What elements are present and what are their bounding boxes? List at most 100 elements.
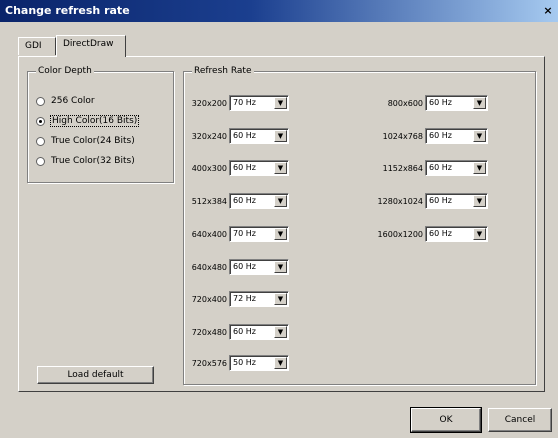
color-depth-group: Color Depth 256 Color High Color(16 Bits…: [27, 65, 174, 183]
tab-gdi-label: GDI: [25, 41, 42, 51]
ok-button[interactable]: OK: [410, 407, 482, 433]
dropdown-arrow-icon[interactable]: ▼: [473, 228, 486, 240]
refresh-row-512x384: 512x384 60 Hz ▼: [186, 193, 289, 209]
load-default-label: Load default: [67, 370, 124, 380]
radio-high-color-16[interactable]: High Color(16 Bits): [36, 114, 140, 128]
refresh-rate-select[interactable]: 60 Hz ▼: [229, 193, 289, 209]
resolution-label: 800x600: [387, 98, 423, 108]
radio-label: True Color(24 Bits): [51, 136, 135, 146]
resolution-label: 1280x1024: [377, 196, 423, 206]
refresh-rate-select[interactable]: 60 Hz ▼: [425, 160, 488, 176]
title-bar[interactable]: Change refresh rate ×: [0, 0, 558, 22]
radio-true-color-32[interactable]: True Color(32 Bits): [36, 154, 135, 168]
resolution-label: 512x384: [191, 196, 227, 206]
dropdown-arrow-icon[interactable]: ▼: [274, 293, 287, 305]
refresh-rate-value: 60 Hz: [233, 131, 256, 140]
refresh-row-1280x1024: 1280x1024 60 Hz ▼: [350, 193, 488, 209]
dialog-window: Change refresh rate × GDI DirectDraw Col…: [0, 0, 558, 438]
refresh-rate-select[interactable]: 60 Hz ▼: [229, 324, 289, 340]
refresh-row-1152x864: 1152x864 60 Hz ▼: [350, 160, 488, 176]
dropdown-arrow-icon[interactable]: ▼: [274, 357, 287, 369]
resolution-label: 640x400: [191, 229, 227, 239]
refresh-rate-select[interactable]: 60 Hz ▼: [425, 226, 488, 242]
refresh-row-640x400: 640x400 70 Hz ▼: [186, 226, 289, 242]
refresh-row-800x600: 800x600 60 Hz ▼: [350, 95, 488, 111]
tab-directdraw-label: DirectDraw: [63, 39, 114, 49]
refresh-rate-value: 60 Hz: [429, 98, 452, 107]
dropdown-arrow-icon[interactable]: ▼: [473, 162, 486, 174]
resolution-label: 320x200: [191, 98, 227, 108]
refresh-rate-select[interactable]: 60 Hz ▼: [229, 259, 289, 275]
refresh-row-400x300: 400x300 60 Hz ▼: [186, 160, 289, 176]
refresh-row-320x240: 320x240 60 Hz ▼: [186, 128, 289, 144]
radio-circle-selected[interactable]: [36, 116, 45, 126]
refresh-row-1600x1200: 1600x1200 60 Hz ▼: [350, 226, 488, 242]
radio-circle[interactable]: [36, 96, 45, 106]
dropdown-arrow-icon[interactable]: ▼: [274, 326, 287, 338]
load-default-button[interactable]: Load default: [37, 366, 154, 384]
dropdown-arrow-icon[interactable]: ▼: [274, 97, 287, 109]
refresh-row-720x480: 720x480 60 Hz ▼: [186, 324, 289, 340]
dropdown-arrow-icon[interactable]: ▼: [473, 97, 486, 109]
directdraw-tab-panel: Color Depth 256 Color High Color(16 Bits…: [18, 56, 545, 392]
dropdown-arrow-icon[interactable]: ▼: [473, 195, 486, 207]
dropdown-arrow-icon[interactable]: ▼: [274, 162, 287, 174]
resolution-label: 720x400: [191, 294, 227, 304]
refresh-row-720x400: 720x400 72 Hz ▼: [186, 291, 289, 307]
refresh-rate-title: Refresh Rate: [192, 65, 254, 77]
refresh-rate-value: 60 Hz: [233, 262, 256, 271]
dropdown-arrow-icon[interactable]: ▼: [274, 195, 287, 207]
refresh-rate-value: 50 Hz: [233, 358, 256, 367]
cancel-label: Cancel: [504, 415, 536, 425]
refresh-rate-value: 70 Hz: [233, 229, 256, 238]
dropdown-arrow-icon[interactable]: ▼: [473, 130, 486, 142]
refresh-rate-select[interactable]: 72 Hz ▼: [229, 291, 289, 307]
radio-circle[interactable]: [36, 156, 45, 166]
refresh-row-1024x768: 1024x768 60 Hz ▼: [350, 128, 488, 144]
refresh-rate-value: 72 Hz: [233, 294, 256, 303]
radio-true-color-24[interactable]: True Color(24 Bits): [36, 134, 135, 148]
refresh-rate-select[interactable]: 70 Hz ▼: [229, 226, 289, 242]
resolution-label: 1600x1200: [377, 229, 423, 239]
refresh-rate-select[interactable]: 50 Hz ▼: [229, 355, 289, 371]
window-title: Change refresh rate: [5, 4, 130, 17]
refresh-rate-select[interactable]: 60 Hz ▼: [425, 95, 488, 111]
tab-directdraw[interactable]: DirectDraw: [56, 35, 126, 57]
radio-256-color[interactable]: 256 Color: [36, 94, 95, 108]
radio-label: 256 Color: [51, 96, 95, 106]
color-depth-title: Color Depth: [36, 65, 94, 77]
refresh-rate-value: 60 Hz: [233, 196, 256, 205]
refresh-rate-value: 60 Hz: [429, 163, 452, 172]
tab-gdi[interactable]: GDI: [18, 37, 56, 55]
cancel-button[interactable]: Cancel: [488, 408, 552, 432]
refresh-rate-value: 70 Hz: [233, 98, 256, 107]
dropdown-arrow-icon[interactable]: ▼: [274, 130, 287, 142]
close-icon[interactable]: ×: [542, 4, 554, 18]
refresh-row-640x480: 640x480 60 Hz ▼: [186, 259, 289, 275]
resolution-label: 640x480: [191, 262, 227, 272]
refresh-rate-value: 60 Hz: [429, 196, 452, 205]
refresh-rate-select[interactable]: 60 Hz ▼: [229, 128, 289, 144]
radio-label: High Color(16 Bits): [49, 115, 140, 127]
refresh-rate-group: Refresh Rate 320x200 70 Hz ▼ 320x240 60 …: [183, 65, 536, 385]
radio-label: True Color(32 Bits): [51, 156, 135, 166]
resolution-label: 400x300: [191, 163, 227, 173]
dropdown-arrow-icon[interactable]: ▼: [274, 261, 287, 273]
refresh-rate-value: 60 Hz: [233, 163, 256, 172]
refresh-rate-select[interactable]: 70 Hz ▼: [229, 95, 289, 111]
resolution-label: 320x240: [191, 131, 227, 141]
refresh-rate-value: 60 Hz: [429, 131, 452, 140]
ok-label: OK: [439, 415, 453, 425]
refresh-row-720x576: 720x576 50 Hz ▼: [186, 355, 289, 371]
refresh-rate-select[interactable]: 60 Hz ▼: [425, 128, 488, 144]
dropdown-arrow-icon[interactable]: ▼: [274, 228, 287, 240]
refresh-rate-value: 60 Hz: [233, 327, 256, 336]
radio-dot: [39, 119, 42, 123]
radio-circle[interactable]: [36, 136, 45, 146]
resolution-label: 1024x768: [382, 131, 423, 141]
resolution-label: 720x576: [191, 358, 227, 368]
refresh-row-320x200: 320x200 70 Hz ▼: [186, 95, 289, 111]
refresh-rate-select[interactable]: 60 Hz ▼: [229, 160, 289, 176]
refresh-rate-value: 60 Hz: [429, 229, 452, 238]
refresh-rate-select[interactable]: 60 Hz ▼: [425, 193, 488, 209]
